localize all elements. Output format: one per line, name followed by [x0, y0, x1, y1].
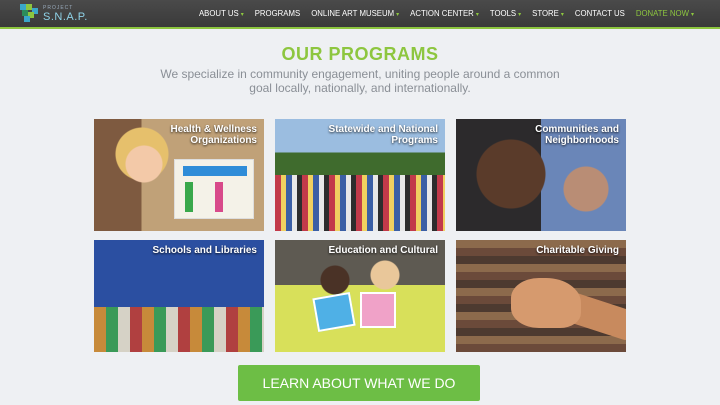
- nav-online-art-museum[interactable]: ONLINE ART MUSEUM ▾: [311, 8, 399, 21]
- nav-programs[interactable]: PROGRAMS: [255, 8, 301, 21]
- logo-text-main: S.N.A.P.: [43, 11, 88, 23]
- nav-action-center[interactable]: ACTION CENTER ▾: [410, 8, 479, 21]
- logo-icon: [20, 4, 38, 22]
- chevron-down-icon: ▾: [396, 12, 400, 18]
- nav-contact-us[interactable]: CONTACT US: [575, 8, 625, 21]
- chevron-down-icon: ▾: [240, 12, 244, 18]
- tile-label: Charitable Giving: [536, 245, 619, 256]
- chevron-down-icon: ▾: [475, 12, 479, 18]
- tile-image: [511, 278, 581, 328]
- tile-label: Communities and Neighborhoods: [535, 124, 619, 146]
- tile-label: Schools and Libraries: [152, 245, 257, 256]
- tile-label: Education and Cultural: [328, 245, 438, 256]
- nav-tools[interactable]: TOOLS ▾: [490, 8, 521, 21]
- tile-label: Statewide and National Programs: [328, 124, 438, 146]
- program-tile-charitable-giving[interactable]: Charitable Giving: [456, 240, 626, 352]
- program-tile-schools-libraries[interactable]: Schools and Libraries: [94, 240, 264, 352]
- chevron-down-icon: ▾: [518, 12, 522, 18]
- nav-about-us[interactable]: ABOUT US ▾: [199, 8, 244, 21]
- tile-image: [312, 291, 356, 333]
- program-tile-education-cultural[interactable]: Education and Cultural: [275, 240, 445, 352]
- page-title: OUR PROGRAMS: [281, 44, 439, 64]
- page-subtitle: We specialize in community engagement, u…: [160, 67, 560, 95]
- site-header: PROJECT S.N.A.P. ABOUT US ▾ PROGRAMS ONLI…: [0, 0, 720, 29]
- main-nav: ABOUT US ▾ PROGRAMS ONLINE ART MUSEUM ▾ AC…: [188, 8, 694, 21]
- chevron-down-icon: ▾: [560, 12, 564, 18]
- tile-image: [360, 292, 396, 328]
- logo[interactable]: PROJECT S.N.A.P.: [18, 2, 87, 26]
- program-tile-health-wellness[interactable]: Health & Wellness Organizations: [94, 119, 264, 231]
- nav-store[interactable]: STORE ▾: [532, 8, 564, 21]
- learn-more-button[interactable]: LEARN ABOUT WHAT WE DO: [238, 365, 480, 401]
- chevron-down-icon: ▾: [690, 12, 694, 18]
- tile-image: [174, 159, 254, 219]
- tile-label: Health & Wellness Organizations: [170, 124, 257, 146]
- nav-donate-now[interactable]: DONATE NOW ▾: [636, 8, 694, 21]
- program-tile-statewide-national[interactable]: Statewide and National Programs: [275, 119, 445, 231]
- program-tile-communities[interactable]: Communities and Neighborhoods: [456, 119, 626, 231]
